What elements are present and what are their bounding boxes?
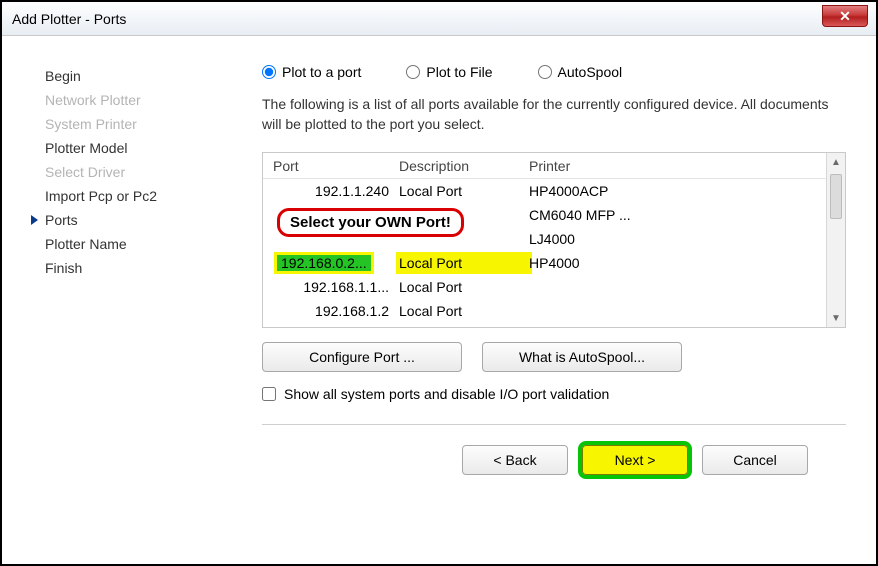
back-button[interactable]: < Back [462, 445, 568, 475]
header-desc[interactable]: Description [399, 158, 529, 174]
radio-plot-to-file[interactable]: Plot to File [406, 64, 492, 80]
header-port[interactable]: Port [263, 158, 399, 174]
cancel-button[interactable]: Cancel [702, 445, 808, 475]
separator [262, 424, 846, 425]
step-system-printer: System Printer [32, 112, 242, 136]
cell-port: 192.168.1.2 [263, 303, 399, 319]
cell-port: 192.168.1.1... [263, 279, 399, 295]
radio-plot-to-port-label: Plot to a port [282, 64, 361, 80]
step-ports: Ports [32, 208, 242, 232]
radio-autospool[interactable]: AutoSpool [538, 64, 623, 80]
step-network-plotter: Network Plotter [32, 88, 242, 112]
scroll-down-icon[interactable]: ▼ [827, 309, 845, 327]
cell-printer: HP4000 [529, 255, 826, 271]
main-panel: Plot to a port Plot to File AutoSpool Th… [242, 64, 851, 516]
cell-printer: HP4000ACP [529, 183, 826, 199]
close-button[interactable]: ✕ [822, 5, 868, 27]
show-all-ports-label: Show all system ports and disable I/O po… [284, 386, 609, 402]
cell-printer: CM6040 MFP ... [529, 207, 826, 223]
description-text: The following is a list of all ports ava… [262, 94, 846, 134]
cell-desc: Local Port [399, 303, 529, 319]
cell-printer: LJ4000 [529, 231, 826, 247]
cell-port: 192.1.1.240 [263, 183, 399, 199]
table-row[interactable]: 192.168.1.2 Local Port [263, 299, 826, 323]
ports-list[interactable]: Port Description Printer 192.1.1.240 Loc… [263, 153, 826, 327]
step-begin: Begin [32, 64, 242, 88]
radio-plot-to-file-input[interactable] [406, 65, 420, 79]
step-finish: Finish [32, 256, 242, 280]
next-button[interactable]: Next > [582, 445, 688, 475]
selected-port-highlight: 192.168.0.2... [277, 255, 371, 271]
wizard-steps: Begin Network Plotter System Printer Plo… [32, 64, 242, 516]
header-printer[interactable]: Printer [529, 158, 826, 174]
scroll-thumb[interactable] [830, 174, 842, 219]
scroll-up-icon[interactable]: ▲ [827, 153, 845, 171]
port-buttons-row: Configure Port ... What is AutoSpool... [262, 342, 846, 372]
step-select-driver: Select Driver [32, 160, 242, 184]
radio-plot-to-port-input[interactable] [262, 65, 276, 79]
cell-desc: Local Port [399, 255, 529, 271]
scroll-track[interactable] [827, 222, 845, 309]
cell-desc: Local Port [399, 279, 529, 295]
table-row[interactable]: 192.1.1.240 Local Port HP4000ACP [263, 179, 826, 203]
annotation-callout: Select your OWN Port! [277, 208, 464, 237]
show-all-ports-input[interactable] [262, 387, 276, 401]
radio-plot-to-port[interactable]: Plot to a port [262, 64, 361, 80]
wizard-footer: < Back Next > Cancel [262, 445, 846, 475]
table-row-selected[interactable]: 192.168.0.2... Local Port HP4000 [263, 251, 826, 275]
table-row[interactable]: 192.168.1.1... Local Port [263, 275, 826, 299]
ports-table: Port Description Printer 192.1.1.240 Loc… [262, 152, 846, 328]
cell-port: 192.168.0.2... [263, 255, 399, 271]
radio-autospool-label: AutoSpool [558, 64, 623, 80]
configure-port-button[interactable]: Configure Port ... [262, 342, 462, 372]
step-plotter-model: Plotter Model [32, 136, 242, 160]
close-icon: ✕ [839, 8, 851, 25]
titlebar: Add Plotter - Ports ✕ [2, 2, 876, 36]
cell-desc: Local Port [399, 183, 529, 199]
show-all-ports-checkbox[interactable]: Show all system ports and disable I/O po… [262, 386, 846, 402]
scrollbar[interactable]: ▲ ▼ [826, 153, 845, 327]
step-plotter-name: Plotter Name [32, 232, 242, 256]
table-header: Port Description Printer [263, 153, 826, 179]
step-import-pcp: Import Pcp or Pc2 [32, 184, 242, 208]
plot-mode-radios: Plot to a port Plot to File AutoSpool [262, 64, 846, 80]
dialog-content: Begin Network Plotter System Printer Plo… [2, 36, 876, 516]
what-is-autospool-button[interactable]: What is AutoSpool... [482, 342, 682, 372]
window-title: Add Plotter - Ports [12, 11, 126, 27]
radio-plot-to-file-label: Plot to File [426, 64, 492, 80]
radio-autospool-input[interactable] [538, 65, 552, 79]
